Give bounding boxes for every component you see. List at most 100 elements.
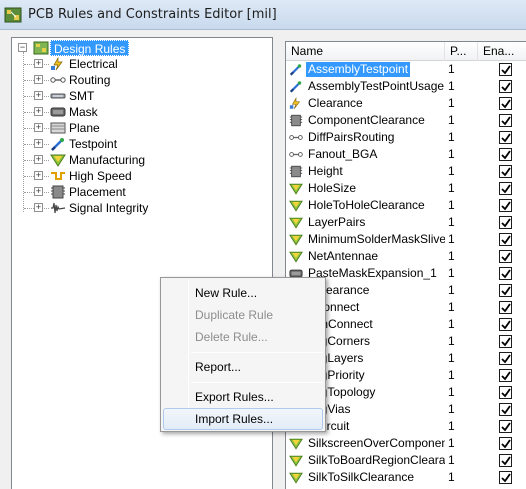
tree-connector: [44, 112, 49, 113]
enabled-checkbox[interactable]: [499, 335, 512, 348]
rule-priority: 1: [448, 113, 455, 127]
tree-item-label: Manufacturing: [69, 153, 146, 167]
rule-name-cell[interactable]: HoleToHoleClearance: [286, 197, 445, 214]
rule-row[interactable]: Height 1: [286, 163, 526, 180]
expand-icon[interactable]: +: [34, 107, 43, 116]
column-header-name[interactable]: Name: [286, 42, 445, 61]
tree-item-smt[interactable]: + SMT: [12, 88, 272, 104]
rule-name-cell[interactable]: NetAntennae: [286, 248, 445, 265]
menu-item-export-rules[interactable]: Export Rules...: [163, 386, 323, 408]
tree-item-routing[interactable]: + Routing: [12, 72, 272, 88]
enabled-checkbox[interactable]: [499, 386, 512, 399]
rule-row[interactable]: MinimumSolderMaskSliver 1: [286, 231, 526, 248]
rule-name-cell[interactable]: SilkToBoardRegionClearan: [286, 452, 445, 469]
rule-priority: 1: [448, 198, 455, 212]
enabled-checkbox[interactable]: [499, 148, 512, 161]
enabled-checkbox[interactable]: [499, 182, 512, 195]
expand-icon[interactable]: +: [34, 91, 43, 100]
enabled-checkbox[interactable]: [499, 97, 512, 110]
rule-row[interactable]: LayerPairs 1: [286, 214, 526, 231]
menu-item-report[interactable]: Report...: [163, 356, 323, 378]
tree-root-design-rules[interactable]: − Design Rules: [12, 40, 272, 56]
rule-row[interactable]: AssemblyTestpoint 1: [286, 61, 526, 78]
enabled-checkbox[interactable]: [499, 63, 512, 76]
enabled-checkbox[interactable]: [499, 216, 512, 229]
rule-row[interactable]: DiffPairsRouting 1: [286, 129, 526, 146]
enabled-checkbox[interactable]: [499, 267, 512, 280]
rule-priority: 1: [448, 164, 455, 178]
tree-item-testpoint[interactable]: + Testpoint: [12, 136, 272, 152]
rule-row[interactable]: SilkToBoardRegionClearan 1: [286, 452, 526, 469]
tree-item-electrical[interactable]: + Electrical: [12, 56, 272, 72]
enabled-checkbox[interactable]: [499, 437, 512, 450]
expand-icon[interactable]: +: [34, 59, 43, 68]
expand-icon[interactable]: +: [34, 203, 43, 212]
enabled-checkbox[interactable]: [499, 165, 512, 178]
enabled-checkbox[interactable]: [499, 420, 512, 433]
enabled-checkbox[interactable]: [499, 369, 512, 382]
rule-row[interactable]: Clearance 1: [286, 95, 526, 112]
collapse-icon[interactable]: −: [18, 43, 27, 52]
window-title: PCB Rules and Constraints Editor [mil]: [28, 7, 277, 22]
tree-item-signal-integrity[interactable]: + Signal Integrity: [12, 200, 272, 216]
tree-item-mask[interactable]: + Mask: [12, 104, 272, 120]
rule-name-cell[interactable]: Height: [286, 163, 445, 180]
menu-item-duplicate-rule[interactable]: Duplicate Rule: [163, 304, 323, 326]
rule-name: NetAntennae: [308, 249, 379, 263]
rule-name-cell[interactable]: Clearance: [286, 95, 445, 112]
rule-name-cell[interactable]: HoleSize: [286, 180, 445, 197]
tree-item-placement[interactable]: + Placement: [12, 184, 272, 200]
manufacturing-icon: [289, 234, 303, 246]
rule-row[interactable]: Fanout_BGA 1: [286, 146, 526, 163]
enabled-checkbox[interactable]: [499, 250, 512, 263]
rule-name-cell[interactable]: Fanout_BGA: [286, 146, 445, 163]
expand-icon[interactable]: +: [34, 123, 43, 132]
expand-icon[interactable]: +: [34, 139, 43, 148]
enabled-checkbox[interactable]: [499, 352, 512, 365]
rule-priority: 1: [448, 351, 455, 365]
tree-connector: [44, 208, 49, 209]
rule-name-cell[interactable]: DiffPairsRouting: [286, 129, 445, 146]
rule-row[interactable]: SilkscreenOverComponentI 1: [286, 435, 526, 452]
tree-item-manufacturing[interactable]: + Manufacturing: [12, 152, 272, 168]
menu-item-new-rule[interactable]: New Rule...: [163, 282, 323, 304]
expand-icon[interactable]: +: [34, 155, 43, 164]
rule-priority: 1: [448, 368, 455, 382]
enabled-checkbox[interactable]: [499, 454, 512, 467]
rule-name-cell[interactable]: SilkscreenOverComponentI: [286, 435, 445, 452]
enabled-checkbox[interactable]: [499, 233, 512, 246]
enabled-checkbox[interactable]: [499, 284, 512, 297]
rule-row[interactable]: AssemblyTestPointUsage 1: [286, 78, 526, 95]
rule-name-cell[interactable]: AssemblyTestPointUsage: [286, 78, 445, 95]
rule-name-cell[interactable]: SilkToSilkClearance: [286, 469, 445, 486]
menu-item-import-rules[interactable]: Import Rules...: [163, 408, 323, 430]
enabled-checkbox[interactable]: [499, 403, 512, 416]
rule-name-cell[interactable]: MinimumSolderMaskSliver: [286, 231, 445, 248]
enabled-checkbox[interactable]: [499, 80, 512, 93]
menu-item-delete-rule[interactable]: Delete Rule...: [163, 326, 323, 348]
expand-icon[interactable]: +: [34, 75, 43, 84]
column-header-priority[interactable]: P...: [445, 42, 478, 61]
testpoint-icon: [51, 138, 64, 151]
enabled-checkbox[interactable]: [499, 114, 512, 127]
rule-row[interactable]: ComponentClearance 1: [286, 112, 526, 129]
tree-item-high-speed[interactable]: + High Speed: [12, 168, 272, 184]
rule-priority: 1: [448, 79, 455, 93]
rule-row[interactable]: HoleSize 1: [286, 180, 526, 197]
rule-name-cell[interactable]: AssemblyTestpoint: [286, 61, 445, 78]
enabled-checkbox[interactable]: [499, 318, 512, 331]
plane-icon: [50, 122, 66, 134]
enabled-checkbox[interactable]: [499, 131, 512, 144]
enabled-checkbox[interactable]: [499, 199, 512, 212]
expand-icon[interactable]: +: [34, 171, 43, 180]
column-header-enabled[interactable]: Ena...: [478, 42, 526, 61]
rule-row[interactable]: NetAntennae 1: [286, 248, 526, 265]
rule-row[interactable]: SilkToSilkClearance 1: [286, 469, 526, 486]
tree-item-plane[interactable]: + Plane: [12, 120, 272, 136]
expand-icon[interactable]: +: [34, 187, 43, 196]
enabled-checkbox[interactable]: [499, 301, 512, 314]
rule-name-cell[interactable]: ComponentClearance: [286, 112, 445, 129]
rule-row[interactable]: HoleToHoleClearance 1: [286, 197, 526, 214]
enabled-checkbox[interactable]: [499, 471, 512, 484]
rule-name-cell[interactable]: LayerPairs: [286, 214, 445, 231]
